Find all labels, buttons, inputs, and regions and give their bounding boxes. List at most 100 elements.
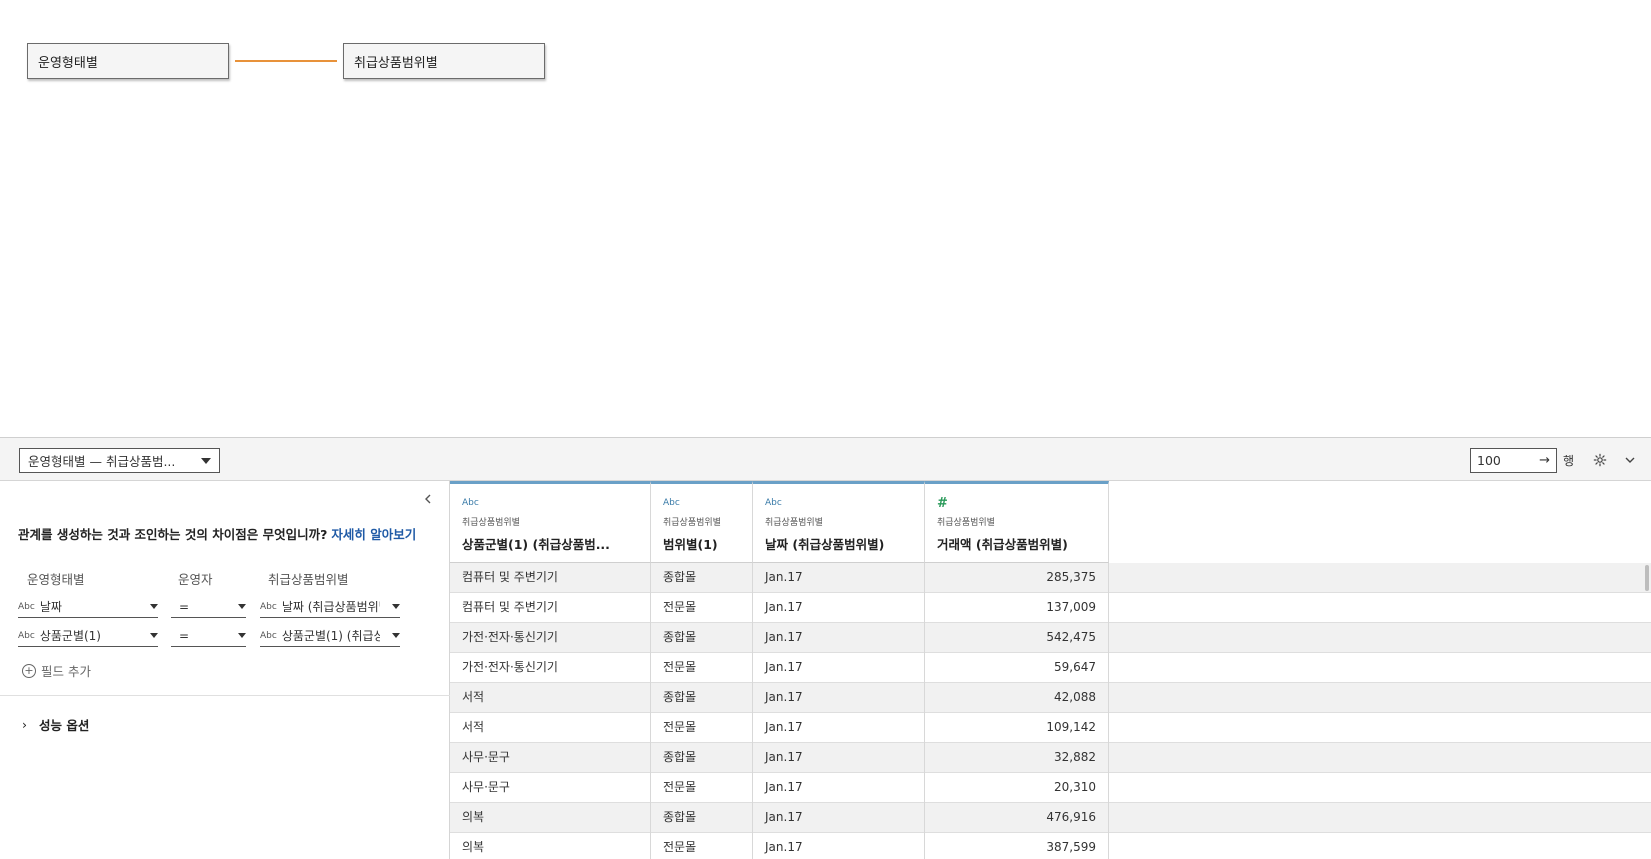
- table-cell: Jan.17: [753, 563, 925, 593]
- help-question: 관계를 생성하는 것과 조인하는 것의 차이점은 무엇입니까?: [18, 527, 328, 542]
- caret-down-icon: [238, 633, 246, 638]
- table-cell: 476,916: [925, 803, 1109, 833]
- clause-right-field-select[interactable]: Abc 날짜 (취급상품범위별): [260, 596, 400, 618]
- table-row[interactable]: 컴퓨터 및 주변기기 종합몰 Jan.17 285,375: [450, 563, 1651, 593]
- column-name: 거래액 (취급상품범위별): [937, 537, 1068, 552]
- plus-circle-icon: +: [22, 663, 36, 678]
- table-cell: 서적: [450, 713, 651, 743]
- data-grid[interactable]: Abc 취급상품범위별 상품군별(1) (취급상품범... Abc 취급상품범위…: [450, 481, 1651, 859]
- table-cell: 의복: [450, 833, 651, 859]
- table-row[interactable]: 컴퓨터 및 주변기기 전문몰 Jan.17 137,009: [450, 593, 1651, 623]
- table-node-right[interactable]: 취급상품범위별: [343, 43, 545, 79]
- string-type-icon: Abc: [18, 601, 35, 612]
- chevron-right-icon: ›: [22, 717, 27, 732]
- table-cell: 가전·전자·통신기기: [450, 653, 651, 683]
- clause-right-field-select[interactable]: Abc 상품군별(1) (취급상품범위별): [260, 625, 400, 647]
- table-cell: 종합몰: [651, 743, 753, 773]
- column-name: 날짜 (취급상품범위별): [765, 537, 885, 552]
- table-cell: 109,142: [925, 713, 1109, 743]
- table-cell: Jan.17: [753, 653, 925, 683]
- relationship-select-value: 운영형태별 — 취급상품범...: [28, 454, 176, 469]
- relationship-select[interactable]: 운영형태별 — 취급상품범...: [19, 448, 220, 473]
- table-cell: 사무·문구: [450, 743, 651, 773]
- table-cell: Jan.17: [753, 713, 925, 743]
- column-header[interactable]: Abc 취급상품범위별 범위별(1): [651, 481, 753, 563]
- table-cell: 285,375: [925, 563, 1109, 593]
- table-cell: 컴퓨터 및 주변기기: [450, 593, 651, 623]
- relationship-line[interactable]: [235, 60, 337, 62]
- column-source: 취급상품범위별: [765, 518, 823, 528]
- table-cell: 서적: [450, 683, 651, 713]
- table-cell: Jan.17: [753, 683, 925, 713]
- table-row[interactable]: 서적 전문몰 Jan.17 109,142: [450, 713, 1651, 743]
- column-header[interactable]: Abc 취급상품범위별 상품군별(1) (취급상품범...: [450, 481, 651, 563]
- table-cell: Jan.17: [753, 593, 925, 623]
- column-header[interactable]: # 취급상품범위별 거래액 (취급상품범위별): [925, 481, 1109, 563]
- add-field-button[interactable]: + 필드 추가: [22, 661, 91, 680]
- string-type-icon: Abc: [663, 498, 680, 508]
- add-field-label: 필드 추가: [41, 664, 91, 679]
- table-node-label: 운영형태별: [38, 55, 98, 71]
- table-cell: 의복: [450, 803, 651, 833]
- table-cell: Jan.17: [753, 773, 925, 803]
- table-cell: 387,599: [925, 833, 1109, 859]
- table-cell: Jan.17: [753, 743, 925, 773]
- arrow-right-icon[interactable]: →: [1539, 453, 1550, 468]
- data-pane-toolbar: 운영형태별 — 취급상품범... 100 → 행: [0, 437, 1651, 481]
- performance-options-toggle[interactable]: › 성능 옵션: [22, 715, 89, 734]
- vertical-scrollbar[interactable]: [1645, 565, 1649, 591]
- table-cell: 종합몰: [651, 623, 753, 653]
- rows-label: 행: [1563, 454, 1575, 468]
- table-cell: 20,310: [925, 773, 1109, 803]
- table-cell: 종합몰: [651, 803, 753, 833]
- table-cell: Jan.17: [753, 833, 925, 859]
- performance-options-label: 성능 옵션: [39, 718, 90, 733]
- number-type-icon: #: [937, 496, 948, 511]
- table-cell: 전문몰: [651, 593, 753, 623]
- divider: [0, 695, 450, 696]
- table-row[interactable]: 가전·전자·통신기기 종합몰 Jan.17 542,475: [450, 623, 1651, 653]
- table-cell: 컴퓨터 및 주변기기: [450, 563, 651, 593]
- rows-input[interactable]: 100 →: [1470, 448, 1557, 473]
- learn-more-link[interactable]: 자세히 알아보기: [331, 527, 416, 542]
- chevron-left-icon[interactable]: [422, 493, 436, 507]
- clause-left-field-select[interactable]: Abc 날짜: [18, 596, 158, 618]
- table-cell: 42,088: [925, 683, 1109, 713]
- column-header-operator: 운영자: [178, 572, 213, 587]
- table-cell: 전문몰: [651, 713, 753, 743]
- table-row[interactable]: 사무·문구 전문몰 Jan.17 20,310: [450, 773, 1651, 803]
- table-row[interactable]: 의복 전문몰 Jan.17 387,599: [450, 833, 1651, 859]
- column-header[interactable]: Abc 취급상품범위별 날짜 (취급상품범위별): [753, 481, 925, 563]
- table-cell: 전문몰: [651, 773, 753, 803]
- table-cell: 가전·전자·통신기기: [450, 623, 651, 653]
- table-row[interactable]: 가전·전자·통신기기 전문몰 Jan.17 59,647: [450, 653, 1651, 683]
- column-header-left: 운영형태별: [27, 572, 85, 587]
- table-node-label: 취급상품범위별: [354, 55, 438, 71]
- chevron-down-icon[interactable]: [1620, 450, 1640, 470]
- table-cell: 32,882: [925, 743, 1109, 773]
- help-text: 관계를 생성하는 것과 조인하는 것의 차이점은 무엇입니까? 자세히 알아보기: [18, 524, 416, 543]
- rows-input-value: 100: [1477, 453, 1501, 468]
- relationship-canvas[interactable]: 운영형태별 취급상품범위별: [0, 0, 1651, 437]
- column-name: 상품군별(1) (취급상품범...: [462, 537, 610, 552]
- column-header-right: 취급상품범위별: [268, 572, 349, 587]
- column-source: 취급상품범위별: [937, 518, 995, 528]
- table-row[interactable]: 사무·문구 종합몰 Jan.17 32,882: [450, 743, 1651, 773]
- column-name: 범위별(1): [663, 537, 718, 552]
- clause-operator-select[interactable]: =: [171, 596, 246, 618]
- table-cell: 137,009: [925, 593, 1109, 623]
- caret-down-icon: [392, 633, 400, 638]
- caret-down-icon: [201, 457, 211, 464]
- table-cell: 사무·문구: [450, 773, 651, 803]
- clause-operator-select[interactable]: =: [171, 625, 246, 647]
- gear-icon[interactable]: [1590, 450, 1610, 470]
- table-cell: 종합몰: [651, 683, 753, 713]
- caret-down-icon: [392, 604, 400, 609]
- clause-left-field-select[interactable]: Abc 상품군별(1): [18, 625, 158, 647]
- table-cell: Jan.17: [753, 803, 925, 833]
- string-type-icon: Abc: [18, 630, 35, 641]
- table-row[interactable]: 의복 종합몰 Jan.17 476,916: [450, 803, 1651, 833]
- table-row[interactable]: 서적 종합몰 Jan.17 42,088: [450, 683, 1651, 713]
- table-node-left[interactable]: 운영형태별: [27, 43, 229, 79]
- string-type-icon: Abc: [260, 601, 277, 612]
